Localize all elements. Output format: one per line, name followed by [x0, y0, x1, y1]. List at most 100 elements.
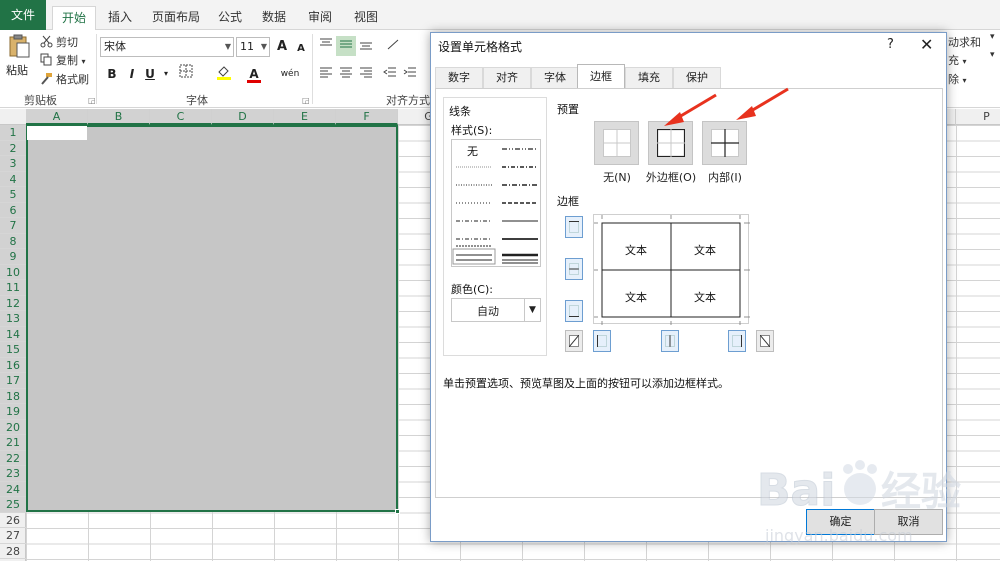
row-header-21[interactable]: 21 [0, 435, 26, 451]
row-header-8[interactable]: 8 [0, 233, 26, 249]
tab-insert[interactable]: 插入 [104, 6, 136, 30]
row-header-19[interactable]: 19 [0, 404, 26, 420]
row-header-7[interactable]: 7 [0, 218, 26, 234]
align-middle-button[interactable] [336, 36, 356, 56]
tab-fill[interactable]: 填充 [625, 67, 673, 88]
tab-formulas[interactable]: 公式 [214, 6, 246, 30]
tab-number[interactable]: 数字 [435, 67, 483, 88]
row-header-23[interactable]: 23 [0, 466, 26, 482]
cut-button[interactable]: 剪切 [40, 34, 78, 50]
column-header-d[interactable]: D [212, 109, 274, 125]
align-right-button[interactable] [356, 64, 376, 84]
font-name-select[interactable]: 宋体 ▼ [100, 37, 234, 57]
find-dropdown-icon[interactable]: ▾ [990, 50, 995, 60]
phonetic-button[interactable]: wén [280, 64, 300, 84]
tab-border[interactable]: 边框 [577, 64, 625, 88]
row-header-16[interactable]: 16 [0, 357, 26, 373]
tab-data[interactable]: 数据 [258, 6, 290, 30]
tab-review[interactable]: 审阅 [304, 6, 336, 30]
align-right-icon [360, 67, 372, 78]
fill-handle[interactable] [395, 509, 400, 514]
column-header-c[interactable]: C [150, 109, 212, 125]
row-header-6[interactable]: 6 [0, 202, 26, 218]
tab-home[interactable]: 开始 [52, 6, 96, 31]
row-header-20[interactable]: 20 [0, 419, 26, 435]
font-size-select[interactable]: 11 ▼ [236, 37, 270, 57]
column-header-f[interactable]: F [336, 109, 398, 125]
row-header-11[interactable]: 11 [0, 280, 26, 296]
row-header-12[interactable]: 12 [0, 295, 26, 311]
border-right-button[interactable] [728, 330, 746, 352]
clear-button[interactable]: 除 ▾ [948, 71, 967, 87]
bold-button[interactable]: B [102, 64, 122, 84]
row-header-1[interactable]: 1 [0, 125, 26, 141]
fill-button[interactable]: 充 ▾ [948, 52, 967, 68]
fill-color-button[interactable] [214, 64, 234, 84]
row-header-3[interactable]: 3 [0, 156, 26, 172]
tab-alignment[interactable]: 对齐 [483, 67, 531, 88]
grow-font-button[interactable]: A [272, 37, 292, 57]
line-color-select[interactable]: 自动 ▼ [451, 298, 541, 322]
paste-button[interactable]: 粘贴 [4, 34, 34, 88]
tab-font[interactable]: 字体 [531, 67, 579, 88]
border-inside-vertical-button[interactable] [661, 330, 679, 352]
row-header-5[interactable]: 5 [0, 187, 26, 203]
clipboard-launcher-icon[interactable]: ◲ [88, 96, 96, 105]
border-top-button[interactable] [565, 216, 583, 238]
tab-file[interactable]: 文件 [0, 0, 46, 30]
italic-button[interactable]: I [122, 64, 142, 84]
orientation-button[interactable] [384, 36, 404, 56]
copy-button[interactable]: 复制 ▾ [40, 52, 86, 68]
row-header-27[interactable]: 27 [0, 528, 26, 544]
selected-range[interactable] [26, 125, 398, 512]
line-style-swatches[interactable] [452, 140, 540, 266]
row-header-28[interactable]: 28 [0, 544, 26, 559]
border-left-button[interactable] [593, 330, 611, 352]
align-center-button[interactable] [336, 64, 356, 84]
border-preview[interactable]: 文本 文本 文本 文本 [593, 214, 750, 325]
increase-indent-button[interactable] [400, 64, 420, 84]
decrease-indent-button[interactable] [380, 64, 400, 84]
row-header-22[interactable]: 22 [0, 450, 26, 466]
border-inside-horizontal-button[interactable] [565, 258, 583, 280]
autosum-button[interactable]: 动求和 [948, 34, 981, 50]
row-header-2[interactable]: 2 [0, 140, 26, 156]
row-header-17[interactable]: 17 [0, 373, 26, 389]
row-header-14[interactable]: 14 [0, 326, 26, 342]
row-header-10[interactable]: 10 [0, 264, 26, 280]
font-color-button[interactable]: A [244, 64, 264, 84]
column-header-a[interactable]: A [26, 109, 88, 125]
shrink-font-button[interactable]: A [291, 39, 311, 59]
row-header-15[interactable]: 15 [0, 342, 26, 358]
column-header-p[interactable]: P [956, 109, 1000, 125]
tab-page-layout[interactable]: 页面布局 [148, 6, 204, 30]
row-header-25[interactable]: 25 [0, 497, 26, 513]
line-style-list[interactable]: 无 [451, 139, 541, 267]
border-diagonal-up-button[interactable] [565, 330, 583, 352]
align-top-button[interactable] [316, 36, 336, 56]
row-header-26[interactable]: 26 [0, 513, 26, 528]
align-left-button[interactable] [316, 64, 336, 84]
dialog-titlebar[interactable]: 设置单元格格式 ? ✕ [431, 33, 946, 59]
row-header-9[interactable]: 9 [0, 249, 26, 265]
sort-dropdown-icon[interactable]: ▾ [990, 32, 995, 42]
font-launcher-icon[interactable]: ◲ [302, 96, 310, 105]
tab-view[interactable]: 视图 [350, 6, 382, 30]
column-header-e[interactable]: E [274, 109, 336, 125]
row-header-24[interactable]: 24 [0, 481, 26, 497]
underline-dropdown-icon[interactable]: ▾ [156, 64, 176, 84]
preset-none-button[interactable] [594, 121, 639, 165]
border-button[interactable] [176, 64, 196, 84]
column-header-b[interactable]: B [88, 109, 150, 125]
format-painter-button[interactable]: 格式刷 [40, 71, 89, 87]
close-icon[interactable]: ✕ [920, 35, 933, 54]
border-diagonal-down-button[interactable] [756, 330, 774, 352]
align-bottom-button[interactable] [356, 36, 376, 56]
row-header-4[interactable]: 4 [0, 171, 26, 187]
border-bottom-button[interactable] [565, 300, 583, 322]
help-button[interactable]: ? [887, 37, 894, 52]
row-header-13[interactable]: 13 [0, 311, 26, 327]
active-cell-a1[interactable] [27, 126, 87, 140]
tab-protection[interactable]: 保护 [673, 67, 721, 88]
row-header-18[interactable]: 18 [0, 388, 26, 404]
